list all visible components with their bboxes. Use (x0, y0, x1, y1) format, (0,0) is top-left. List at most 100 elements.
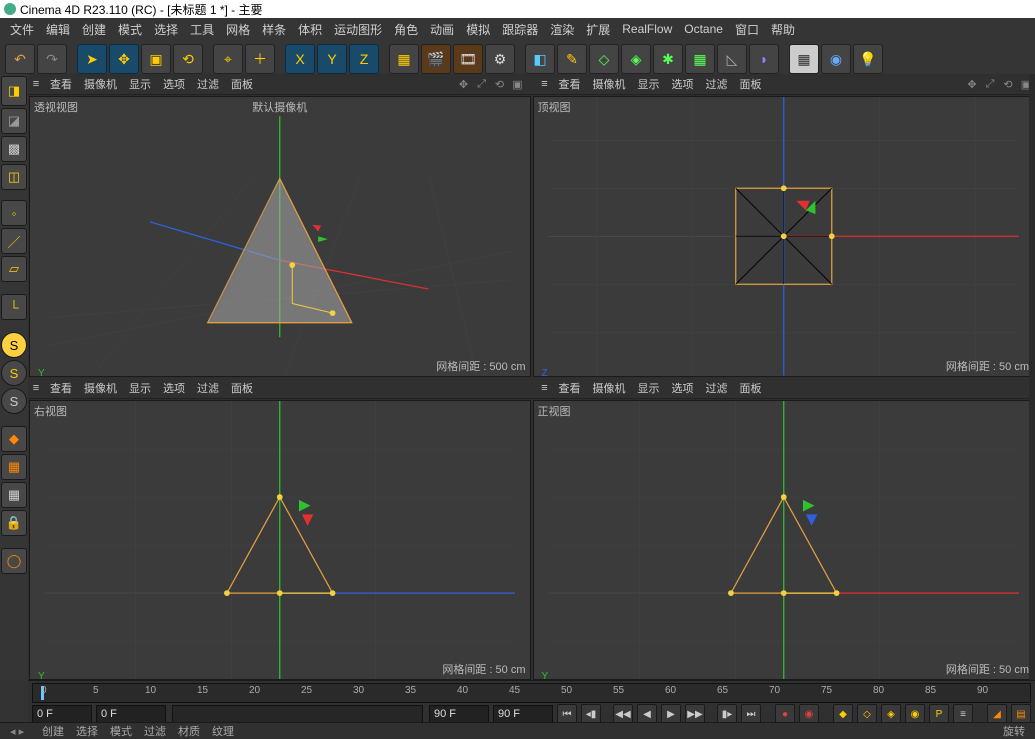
deformer-icon[interactable]: ✱ (653, 44, 683, 74)
recent-tool[interactable]: ⌖ (213, 44, 243, 74)
goto-end[interactable]: ⏭ (741, 704, 761, 724)
view-display[interactable]: 显示 (129, 76, 151, 92)
timeline-fcurve[interactable]: ◢ (987, 704, 1007, 724)
viewport-perspective[interactable]: 透视视图 默认摄像机 网格间距 : 500 cm (29, 96, 531, 377)
field-icon[interactable]: ◈ (621, 44, 651, 74)
redo-button[interactable]: ↷ (37, 44, 67, 74)
x-axis-toggle[interactable]: X (285, 44, 315, 74)
view-filter[interactable]: 过滤 (197, 76, 219, 92)
render-pv[interactable]: 🎬 (421, 44, 451, 74)
sky-icon[interactable]: ◉ (821, 44, 851, 74)
view-view[interactable]: 查看 (50, 76, 72, 92)
array-icon[interactable]: ▦ (685, 44, 715, 74)
frame-current[interactable]: 0 F (96, 705, 166, 724)
render-settings2[interactable]: ⚙ (485, 44, 515, 74)
viewport-top[interactable]: 顶视图 网格间距 : 50 cm (533, 96, 1035, 377)
scale-tool[interactable]: ▣ (141, 44, 171, 74)
octane-icon[interactable]: ◯ (1, 548, 27, 574)
goto-start[interactable]: ⏮ (557, 704, 577, 724)
right-gutter[interactable] (1029, 74, 1035, 681)
play-back[interactable]: ◀ (637, 704, 657, 724)
hamburger-icon[interactable]: ≡ (28, 78, 44, 90)
camera-icon[interactable]: ◺ (717, 44, 747, 74)
menu-realflow[interactable]: RealFlow (622, 22, 672, 36)
render-view[interactable]: ▦ (389, 44, 419, 74)
snap-toggle[interactable]: S (1, 332, 27, 358)
snap-3d[interactable]: S (1, 388, 27, 414)
key-sel[interactable]: ◆ (833, 704, 853, 724)
menu-animate[interactable]: 动画 (430, 21, 454, 38)
menu-mograph[interactable]: 运动图形 (334, 21, 382, 38)
frame-start[interactable]: 0 F (32, 705, 92, 724)
grid-toggle2[interactable]: ▦ (1, 482, 27, 508)
z-axis-toggle[interactable]: Z (349, 44, 379, 74)
edge-mode[interactable]: ／ (1, 228, 27, 254)
menu-octane[interactable]: Octane (684, 22, 723, 36)
step-fwd[interactable]: ▶▶ (685, 704, 705, 724)
texture-mode[interactable]: ▩ (1, 136, 27, 162)
menu-create[interactable]: 创建 (82, 21, 106, 38)
key-rot[interactable]: ◉ (905, 704, 925, 724)
view-camera[interactable]: 摄像机 (84, 76, 117, 92)
menu-help[interactable]: 帮助 (771, 21, 795, 38)
key-pla[interactable]: ≡ (953, 704, 973, 724)
menu-render[interactable]: 渲染 (550, 21, 574, 38)
autokey-button[interactable]: ◉ (799, 704, 819, 724)
select-tool[interactable]: ➤ (77, 44, 107, 74)
point-mode[interactable]: ◦ (1, 200, 27, 226)
record-button[interactable]: ● (775, 704, 795, 724)
menu-character[interactable]: 角色 (394, 21, 418, 38)
view-nav4[interactable]: ▣ (511, 77, 525, 91)
menu-extensions[interactable]: 扩展 (586, 21, 610, 38)
make-editable[interactable]: ◨ (1, 76, 27, 106)
axis-mode[interactable]: └ (1, 294, 27, 320)
view-panel[interactable]: 面板 (231, 76, 253, 92)
lock-icon[interactable]: 🔒 (1, 510, 27, 536)
timeline-ruler[interactable]: 0 5 10 15 20 25 30 35 40 45 50 55 60 65 … (32, 683, 1031, 703)
view-nav3[interactable]: ⟲ (493, 77, 507, 91)
snap-settings[interactable]: S (1, 360, 27, 386)
step-fwd-key[interactable]: ▮▸ (717, 704, 737, 724)
menu-mesh[interactable]: 网格 (226, 21, 250, 38)
timeline-dope[interactable]: ▤ (1011, 704, 1031, 724)
workplane-mode[interactable]: ◫ (1, 164, 27, 190)
view-nav2[interactable]: ⤢ (475, 77, 489, 91)
floor-icon[interactable]: ▦ (789, 44, 819, 74)
poly-mode[interactable]: ▱ (1, 256, 27, 282)
render-settings[interactable]: 🎞 (453, 44, 483, 74)
key-scale[interactable]: ◈ (881, 704, 901, 724)
hamburger-icon-2[interactable]: ≡ (537, 78, 553, 90)
tag-icon[interactable]: ◗ (749, 44, 779, 74)
timeline-scrollbar[interactable] (172, 705, 423, 724)
view-cam-persp[interactable]: 默认摄像机 (252, 99, 307, 115)
menu-mode[interactable]: 模式 (118, 21, 142, 38)
viewport-front[interactable]: 正视图 网格间距 : 50 cm (533, 400, 1035, 681)
menu-tracker[interactable]: 跟踪器 (502, 21, 538, 38)
menu-edit[interactable]: 编辑 (46, 21, 70, 38)
step-back-key[interactable]: ◂▮ (581, 704, 601, 724)
undo-button[interactable]: ↶ (5, 44, 35, 74)
menu-tools[interactable]: 工具 (190, 21, 214, 38)
frame-end[interactable]: 90 F (429, 705, 489, 724)
light-icon[interactable]: 💡 (853, 44, 883, 74)
frame-limit[interactable]: 90 F (493, 705, 553, 724)
move-tool[interactable]: ✥ (109, 44, 139, 74)
key-pos[interactable]: ◇ (857, 704, 877, 724)
view-nav1[interactable]: ✥ (457, 77, 471, 91)
view-options[interactable]: 选项 (163, 76, 185, 92)
step-back[interactable]: ◀◀ (613, 704, 633, 724)
menu-volume[interactable]: 体积 (298, 21, 322, 38)
menu-spline[interactable]: 样条 (262, 21, 286, 38)
cube-icon[interactable]: ◧ (525, 44, 555, 74)
rotate-tool[interactable]: ⟲ (173, 44, 203, 74)
menu-select[interactable]: 选择 (154, 21, 178, 38)
play-fwd[interactable]: ▶ (661, 704, 681, 724)
viewport-right[interactable]: 右视图 网格间距 : 50 cm (29, 400, 531, 681)
menu-window[interactable]: 窗口 (735, 21, 759, 38)
workplane[interactable]: ◆ (1, 426, 27, 452)
key-param[interactable]: P (929, 704, 949, 724)
pen-icon[interactable]: ✎ (557, 44, 587, 74)
menu-simulate[interactable]: 模拟 (466, 21, 490, 38)
model-mode[interactable]: ◪ (1, 108, 27, 134)
menu-file[interactable]: 文件 (10, 21, 34, 38)
